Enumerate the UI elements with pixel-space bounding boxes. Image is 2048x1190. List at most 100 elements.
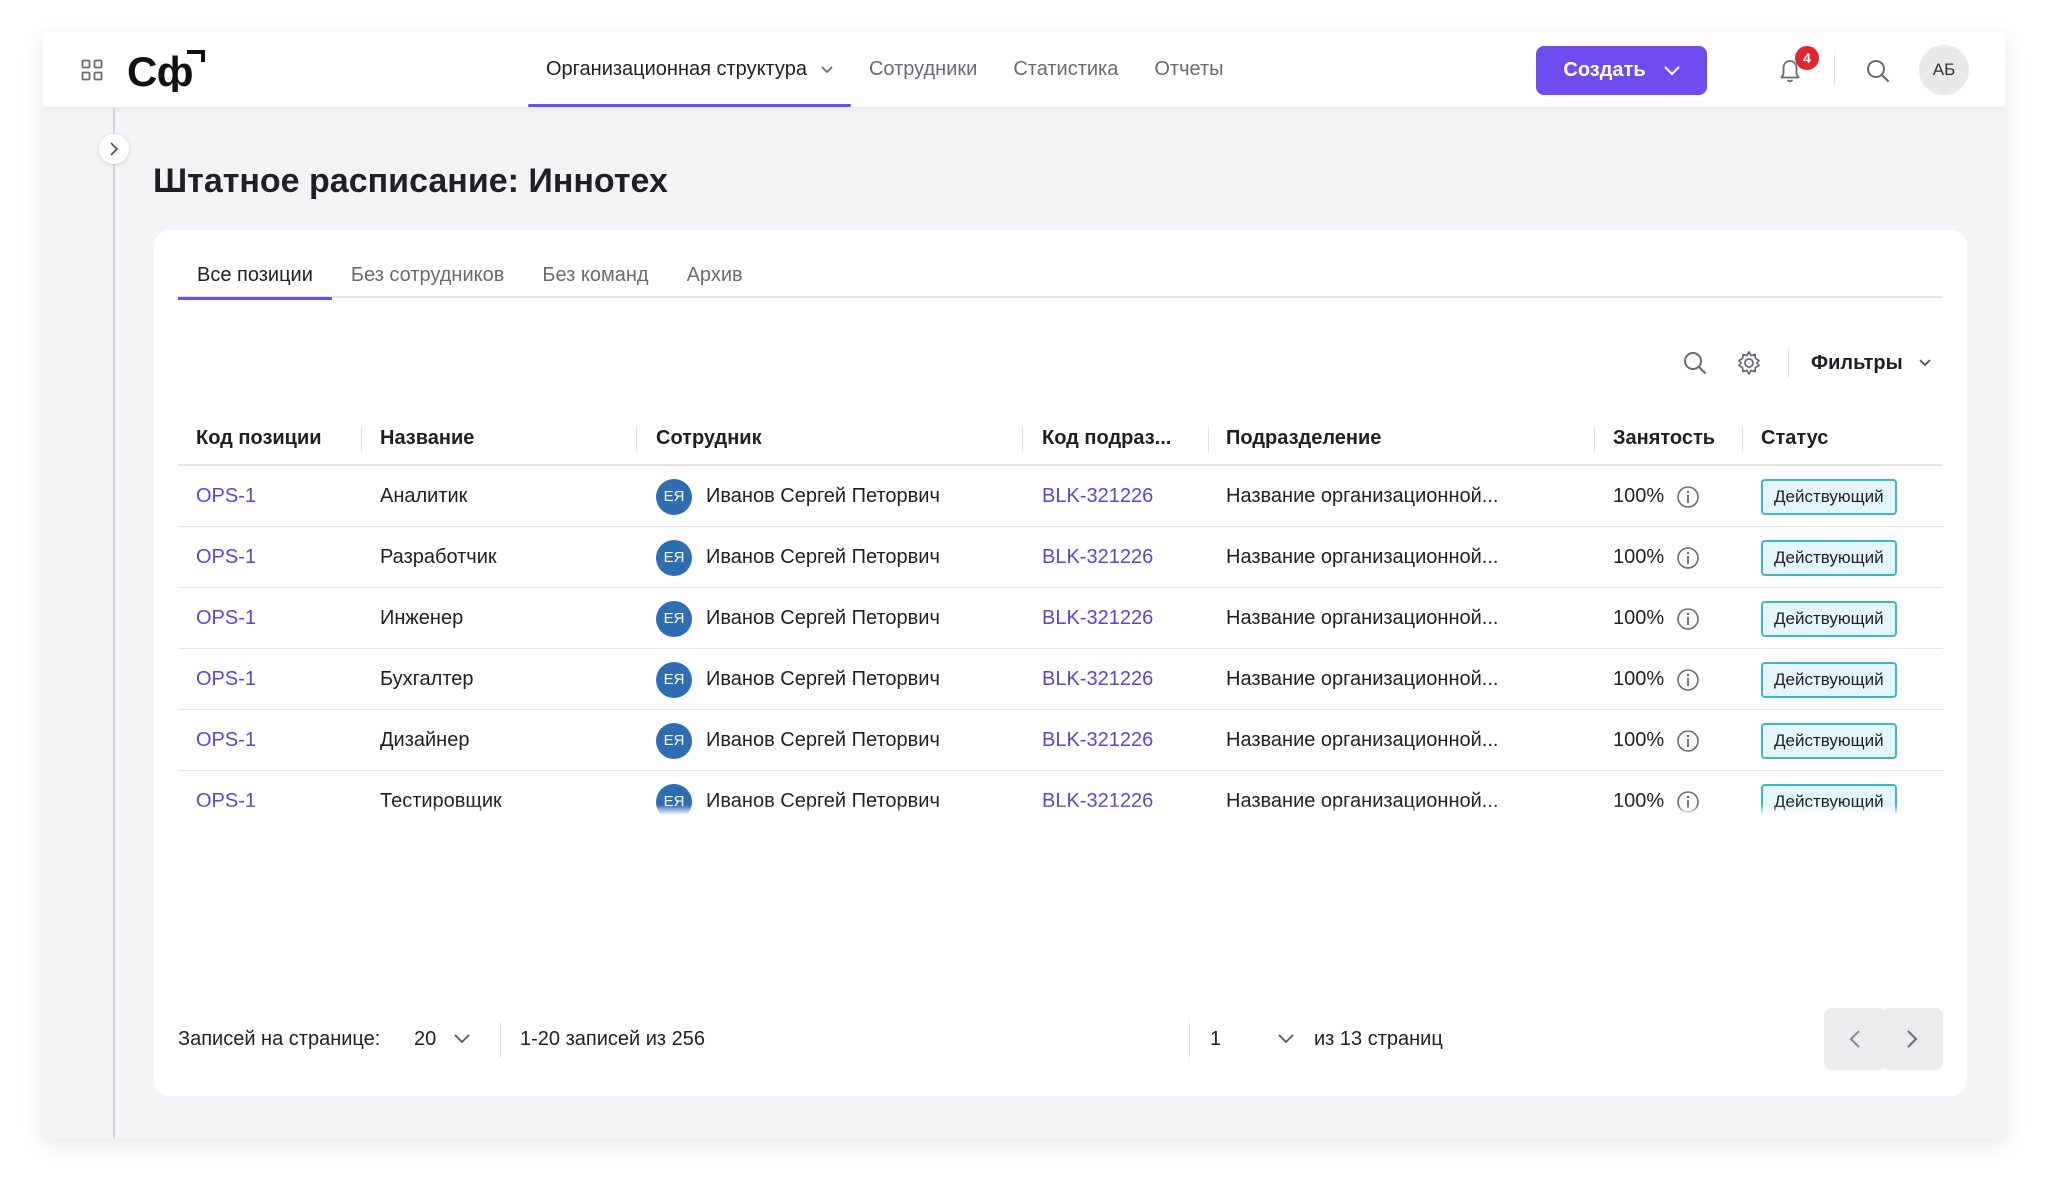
table-row[interactable]: OPS-1 Аналитик ЕЯ Иванов Сергей Петорвич BLK…	[178, 466, 1943, 527]
employee-cell[interactable]: ЕЯ Иванов Сергей Петорвич	[656, 649, 940, 710]
dept-code-link[interactable]: BLK-321226	[1042, 527, 1153, 588]
tab-all-positions[interactable]: Все позиции	[178, 258, 332, 300]
chevron-down-icon	[454, 1034, 470, 1044]
next-page-button[interactable]	[1881, 1008, 1943, 1070]
col-header-dept-code[interactable]: Код подраз...	[1042, 424, 1171, 452]
employee-avatar: ЕЯ	[656, 722, 692, 759]
page-select[interactable]: 1	[1210, 1008, 1294, 1070]
col-header-employee[interactable]: Сотрудник	[656, 424, 762, 452]
chevron-right-icon	[1907, 1030, 1918, 1048]
status-cell: Действующий	[1761, 527, 1897, 588]
dept-code-link[interactable]: BLK-321226	[1042, 466, 1153, 527]
column-divider	[361, 426, 362, 452]
status-cell: Действующий	[1761, 710, 1897, 771]
table-row[interactable]: OPS-1 Разработчик ЕЯ Иванов Сергей Петорвич…	[178, 527, 1943, 588]
position-code-link[interactable]: OPS-1	[196, 588, 256, 649]
info-icon[interactable]	[1676, 485, 1700, 509]
info-icon-wrap[interactable]	[1676, 527, 1700, 588]
apps-grid-icon[interactable]	[81, 59, 103, 81]
filters-label: Фильтры	[1811, 351, 1903, 374]
user-avatar[interactable]: АБ	[1919, 45, 1969, 95]
dept-name: Название организационной...	[1226, 546, 1499, 568]
position-name: Дизайнер	[380, 729, 470, 751]
position-code-link[interactable]: OPS-1	[196, 649, 256, 710]
dept-code-link[interactable]: BLK-321226	[1042, 649, 1153, 710]
chevron-right-icon	[110, 142, 119, 156]
notification-badge: 4	[1795, 46, 1819, 70]
chevron-left-icon	[1849, 1030, 1860, 1048]
table-row[interactable]: OPS-1 Бухгалтер ЕЯ Иванов Сергей Петорвич BL…	[178, 649, 1943, 710]
tab-no-employees[interactable]: Без сотрудников	[332, 258, 523, 298]
employee-cell[interactable]: ЕЯ Иванов Сергей Петорвич	[656, 527, 940, 588]
employee-name: Иванов Сергей Петорвич	[706, 607, 940, 629]
page-title: Штатное расписание: Иннотех	[153, 162, 668, 200]
search-icon[interactable]	[1865, 58, 1891, 84]
nav-employees[interactable]: Сотрудники	[851, 32, 995, 107]
col-header-code[interactable]: Код позиции	[196, 424, 322, 452]
position-code-link[interactable]: OPS-1	[196, 466, 256, 527]
table-row[interactable]: OPS-1 Инженер ЕЯ Иванов Сергей Петорвич BLK-…	[178, 588, 1943, 649]
info-icon-wrap[interactable]	[1676, 466, 1700, 527]
dept-name: Название организационной...	[1226, 485, 1499, 507]
status-badge: Действующий	[1761, 722, 1897, 759]
sidebar-collapsed	[113, 107, 115, 1138]
info-icon[interactable]	[1676, 607, 1700, 631]
employee-cell[interactable]: ЕЯ Иванов Сергей Петорвич	[656, 710, 940, 771]
info-icon[interactable]	[1676, 729, 1700, 753]
table-header: Код позиции Название Сотрудник Код подра…	[178, 412, 1943, 466]
gear-icon[interactable]	[1736, 348, 1762, 378]
app-window: Сф Организационная структура Сотрудники …	[43, 32, 2005, 1138]
prev-page-button[interactable]	[1824, 1008, 1886, 1070]
employee-cell[interactable]: ЕЯ Иванов Сергей Петорвич	[656, 466, 940, 527]
info-icon[interactable]	[1676, 546, 1700, 570]
table-search-icon[interactable]	[1682, 348, 1708, 378]
table-row[interactable]: OPS-1 Дизайнер ЕЯ Иванов Сергей Петорвич BLK…	[178, 710, 1943, 771]
employee-name: Иванов Сергей Петорвич	[706, 485, 940, 507]
info-icon-wrap[interactable]	[1676, 649, 1700, 710]
col-header-status[interactable]: Статус	[1761, 424, 1828, 452]
divider	[500, 1022, 501, 1058]
info-icon-wrap[interactable]	[1676, 710, 1700, 771]
dept-code-link[interactable]: BLK-321226	[1042, 710, 1153, 771]
tab-no-teams[interactable]: Без команд	[523, 258, 667, 298]
tab-label: Архив	[686, 264, 743, 286]
filters-dropdown[interactable]: Фильтры	[1811, 348, 1931, 378]
info-icon-wrap[interactable]	[1676, 588, 1700, 649]
status-cell: Действующий	[1761, 588, 1897, 649]
chevron-down-icon	[1663, 65, 1680, 75]
col-header-name[interactable]: Название	[380, 424, 474, 452]
employee-avatar: ЕЯ	[656, 478, 692, 515]
nav-org-structure[interactable]: Организационная структура	[528, 32, 851, 107]
tab-archive[interactable]: Архив	[668, 258, 762, 298]
pagination-footer: Записей на странице: 20 1-20 записей из …	[178, 1008, 1943, 1070]
table-body: OPS-1 Аналитик ЕЯ Иванов Сергей Петорвич BLK…	[178, 466, 1943, 815]
tab-label: Все позиции	[197, 264, 313, 286]
col-header-load[interactable]: Занятость	[1613, 424, 1715, 452]
per-page-label: Записей на странице:	[178, 1027, 381, 1050]
nav-org-structure-label: Организационная структура	[546, 58, 807, 80]
employee-cell[interactable]: ЕЯ Иванов Сергей Петорвич	[656, 588, 940, 649]
col-header-dept[interactable]: Подразделение	[1226, 424, 1381, 452]
nav-statistics[interactable]: Статистика	[995, 32, 1136, 107]
position-code-link[interactable]: OPS-1	[196, 527, 256, 588]
main-nav: Организационная структура Сотрудники Ста…	[528, 32, 1242, 107]
nav-employees-label: Сотрудники	[868, 58, 978, 80]
dept-name: Название организационной...	[1226, 729, 1499, 751]
records-range: 1-20 записей из 256	[520, 1027, 705, 1050]
position-name: Бухгалтер	[380, 668, 474, 690]
column-divider	[1742, 426, 1743, 452]
per-page-select[interactable]: 20	[414, 1008, 470, 1070]
employment-load: 100%	[1613, 485, 1665, 507]
position-code-link[interactable]: OPS-1	[196, 710, 256, 771]
tab-label: Без команд	[542, 264, 649, 286]
nav-reports[interactable]: Отчеты	[1136, 32, 1241, 107]
create-button[interactable]: Создать	[1536, 46, 1707, 95]
info-icon[interactable]	[1676, 668, 1700, 692]
status-cell: Действующий	[1761, 649, 1897, 710]
sidebar-expand-button[interactable]	[99, 134, 129, 164]
divider	[1834, 54, 1835, 86]
content-card: Все позиции Без сотрудников Без команд А…	[154, 230, 1967, 1096]
create-button-label: Создать	[1563, 59, 1646, 81]
dept-code-link[interactable]: BLK-321226	[1042, 588, 1153, 649]
divider	[1189, 1022, 1190, 1058]
